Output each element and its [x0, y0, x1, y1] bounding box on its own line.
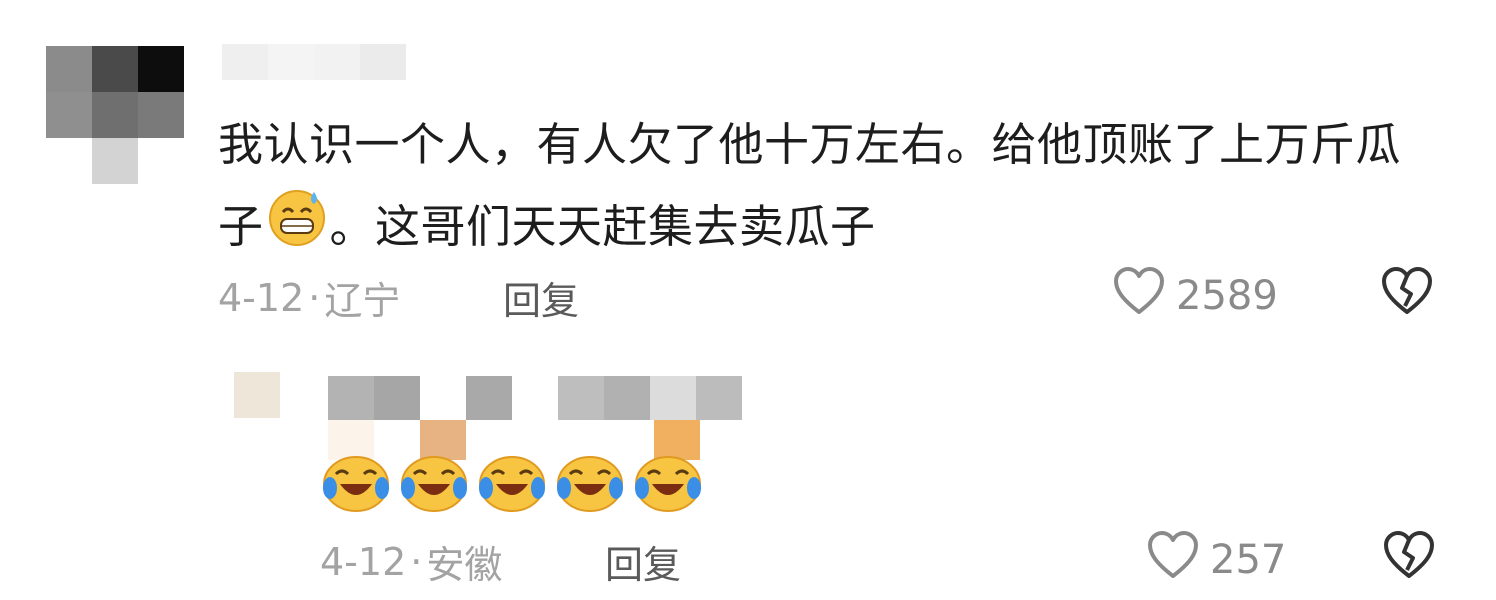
like-count: 257 [1210, 537, 1287, 583]
username-blurred[interactable] [222, 44, 406, 80]
dislike-button[interactable] [1380, 266, 1434, 320]
like-count: 2589 [1176, 273, 1278, 319]
laughing-crying-emoji [554, 452, 626, 516]
heart-outline-icon [1112, 266, 1166, 326]
comment-meta: 4-12 · 辽宁 [218, 270, 400, 325]
laughing-crying-emoji [476, 452, 548, 516]
location: 安徽 [426, 543, 503, 587]
avatar[interactable] [234, 372, 280, 418]
reply-button[interactable]: 回复 [605, 534, 681, 589]
like-button[interactable]: 257 [1146, 530, 1286, 590]
laughing-crying-emoji [632, 452, 704, 516]
avatar[interactable] [46, 46, 184, 184]
comment-text: 我认识一个人，有人欠了他十万左右。给他顶账了上万斤瓜子 。这哥们天天赶集去卖瓜子 [218, 104, 1428, 274]
date: 4-12 [320, 539, 407, 584]
comment-text-part2: 。这哥们天天赶集去卖瓜子 [329, 200, 876, 253]
date: 4-12 [218, 275, 305, 320]
broken-heart-icon [1380, 267, 1434, 320]
like-button[interactable]: 2589 [1112, 266, 1278, 326]
laughing-crying-emoji [398, 452, 470, 516]
location: 辽宁 [324, 279, 401, 323]
heart-outline-icon [1146, 530, 1200, 590]
laughing-crying-emoji [320, 452, 392, 516]
sweat-grin-emoji [266, 186, 328, 274]
username-blurred[interactable] [328, 376, 742, 420]
dislike-button[interactable] [1382, 530, 1436, 584]
reply-button[interactable]: 回复 [503, 270, 579, 325]
comment-meta: 4-12 · 安徽 [320, 534, 502, 589]
separator: · [308, 275, 321, 320]
broken-heart-icon [1382, 531, 1436, 584]
emoji-row [320, 452, 704, 516]
separator: · [410, 539, 423, 584]
